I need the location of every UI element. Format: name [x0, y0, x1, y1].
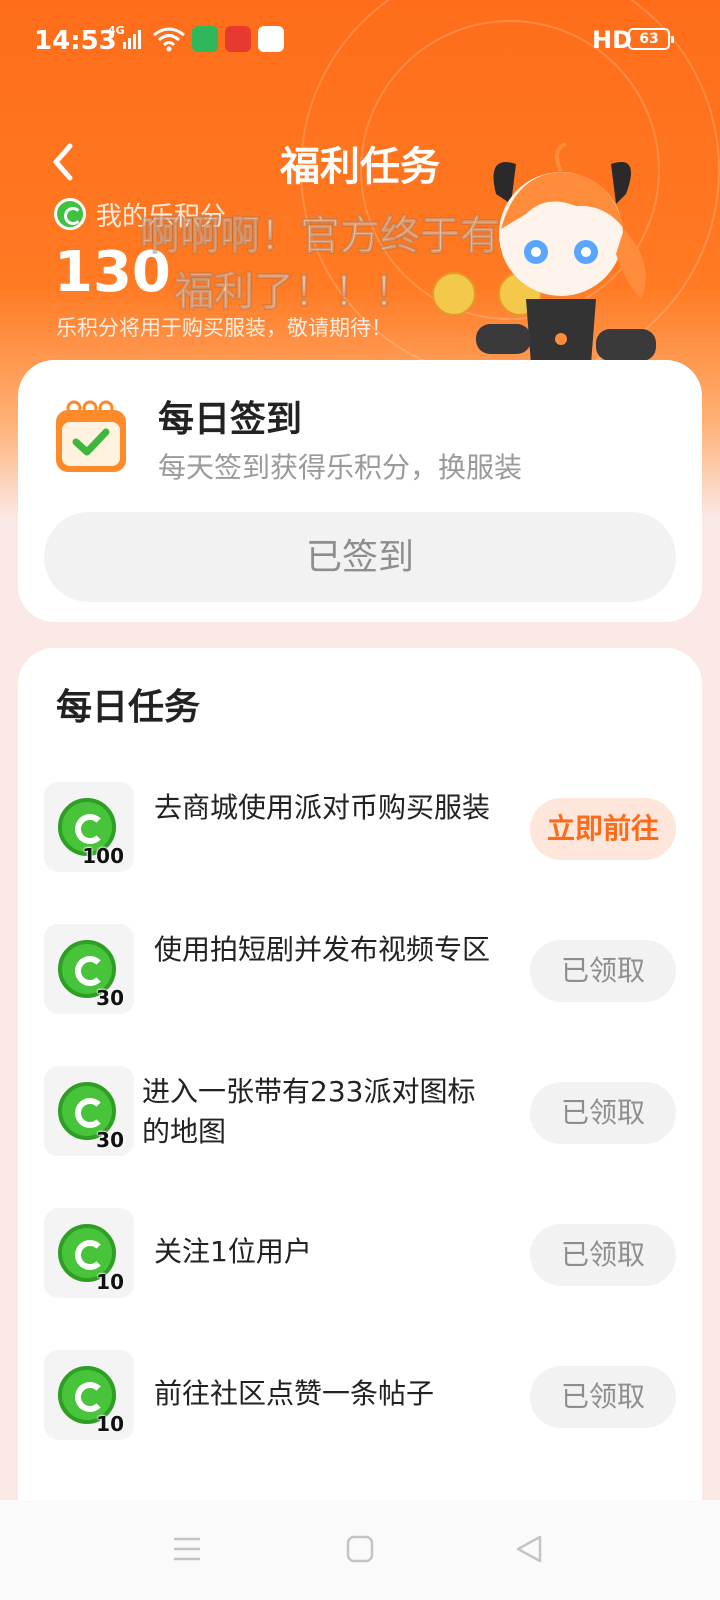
app-icon: [192, 26, 218, 52]
task-reward-icon: 30: [44, 1066, 134, 1156]
task-row: 10 关注1位用户 已领取: [44, 1208, 676, 1300]
home-icon[interactable]: [346, 1534, 374, 1564]
go-now-button[interactable]: 立即前往: [530, 798, 676, 860]
task-label: 关注1位用户: [154, 1235, 312, 1268]
task-label: 进入一张带有233派对图标的地图: [142, 1075, 476, 1148]
status-bar: 14:53 4G HD 63: [0, 0, 720, 80]
task-row: 100 去商城使用派对币购买服装 立即前往: [44, 782, 676, 874]
reward-amount: 10: [96, 1270, 124, 1294]
signed-in-button[interactable]: 已签到: [44, 512, 676, 602]
task-reward-icon: 10: [44, 1208, 134, 1298]
signin-subtitle: 每天签到获得乐积分，换服装: [158, 451, 523, 484]
overlay-line-2: 福利了！！！: [174, 269, 415, 316]
task-row: 30 使用拍短剧并发布视频专区 已领取: [44, 924, 676, 1016]
calendar-check-icon: [56, 400, 126, 472]
task-row: 10 前往社区点赞一条帖子 已领取: [44, 1350, 676, 1442]
task-reward-icon: 10: [44, 1350, 134, 1440]
mascot-character-icon: [476, 142, 656, 364]
task-label: 前往社区点赞一条帖子: [154, 1377, 435, 1410]
signal-icon: [123, 30, 141, 49]
claimed-button[interactable]: 已领取: [530, 1366, 676, 1428]
daily-tasks-card: 每日任务 100 去商城使用派对币购买服装 立即前往 30 使用拍短剧并发布视频…: [18, 648, 702, 1548]
claimed-button[interactable]: 已领取: [530, 1224, 676, 1286]
daily-signin-card: 每日签到 每天签到获得乐积分，换服装 已签到: [18, 360, 702, 622]
reward-amount: 100: [82, 844, 124, 868]
reward-amount: 30: [96, 986, 124, 1010]
wifi-icon: [153, 27, 185, 52]
claimed-button[interactable]: 已领取: [530, 1082, 676, 1144]
task-reward-icon: 30: [44, 924, 134, 1014]
status-time: 14:53: [34, 26, 117, 56]
back-nav-icon[interactable]: [514, 1534, 544, 1564]
task-label: 使用拍短剧并发布视频专区: [154, 933, 491, 966]
reward-amount: 10: [96, 1412, 124, 1436]
menu-icon[interactable]: [172, 1534, 202, 1564]
tasks-title: 每日任务: [56, 687, 201, 728]
task-label: 去商城使用派对币购买服装: [154, 791, 491, 824]
system-nav-bar: [0, 1500, 720, 1600]
claimed-button[interactable]: 已领取: [530, 940, 676, 1002]
battery-icon: 63: [628, 28, 674, 50]
signin-title: 每日签到: [158, 399, 303, 440]
task-row: 30 进入一张带有233派对图标的地图 已领取: [44, 1066, 676, 1158]
task-reward-icon: 100: [44, 782, 134, 872]
app-icon: [225, 26, 251, 52]
reward-amount: 30: [96, 1128, 124, 1152]
hd-indicator: HD: [592, 26, 633, 54]
app-icon: [258, 26, 284, 52]
